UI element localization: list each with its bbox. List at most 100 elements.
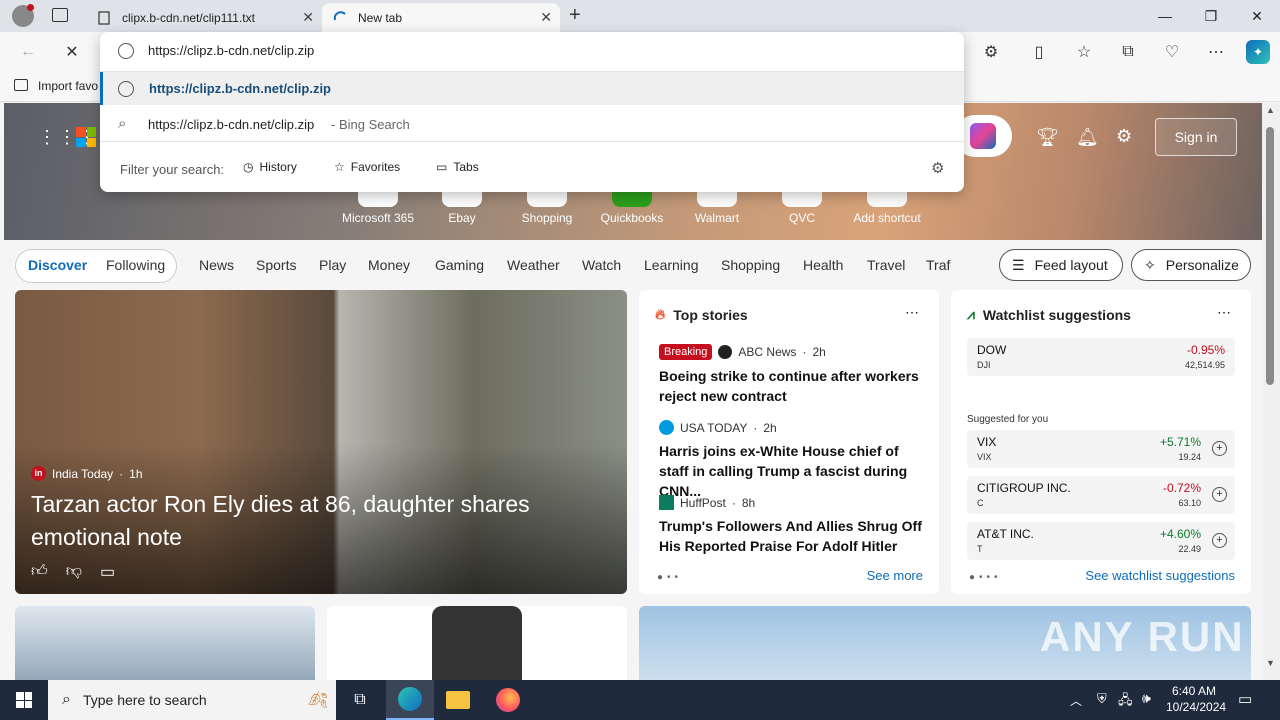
scroll-up-icon[interactable]: ▲ [1266, 105, 1275, 115]
category-gaming[interactable]: Gaming [435, 257, 484, 273]
category-news[interactable]: News [199, 257, 234, 273]
category-play[interactable]: Play [319, 257, 346, 273]
security-tray-icon[interactable]: ⛨ [1097, 691, 1107, 707]
category-travel[interactable]: Travel [867, 257, 905, 273]
story-item[interactable]: HuffPost · 8h Trump's Followers And Allies… [659, 495, 924, 556]
import-favorites-link[interactable]: Import favo [38, 79, 98, 93]
pagination-dots[interactable]: ●••• [969, 572, 1002, 583]
watchlist-row[interactable]: CITIGROUP INC. C -0.72% 63.10 + [967, 476, 1235, 514]
suggestion-row-selected[interactable]: https://clipz.b-cdn.net/clip.zip [100, 72, 964, 105]
see-more-link[interactable]: See more [867, 568, 923, 583]
extensions-icon[interactable]: ⚙ [979, 40, 1003, 64]
restore-button[interactable]: ❐ [1188, 0, 1234, 32]
tab-new-tab[interactable]: New tab ✕ [322, 3, 560, 32]
trophy-icon[interactable]: 🏆︎ [1036, 127, 1059, 148]
category-sports[interactable]: Sports [256, 257, 296, 273]
stock-ticker: T [977, 544, 983, 554]
comment-icon[interactable]: ▭ [100, 562, 115, 582]
news-card-building[interactable] [15, 606, 315, 680]
watchlist-row-dow[interactable]: DOW DJI -0.95% 42,514.95 [967, 338, 1235, 376]
minimize-button[interactable]: — [1142, 0, 1188, 32]
edge-taskbar-icon[interactable] [386, 680, 434, 720]
address-bar[interactable]: https://clipz.b-cdn.net/clip.zip [100, 32, 964, 72]
favorites-star-icon[interactable]: ☆ [1072, 40, 1096, 64]
firefox-icon[interactable] [484, 680, 532, 720]
tab-following[interactable]: Following [106, 257, 165, 273]
close-tab-icon[interactable]: ✕ [540, 9, 552, 26]
close-tab-icon[interactable]: ✕ [302, 9, 314, 26]
scrollbar-thumb[interactable] [1266, 127, 1274, 385]
sign-in-button[interactable]: Sign in [1155, 118, 1237, 156]
close-window-button[interactable]: ✕ [1234, 0, 1280, 32]
story-headline[interactable]: Boeing strike to continue after workers … [659, 366, 924, 406]
import-icon [14, 79, 28, 91]
file-explorer-icon[interactable] [434, 680, 482, 720]
more-options-icon[interactable]: ⋯ [1217, 304, 1231, 321]
dislike-icon[interactable]: 👎︎ [66, 562, 82, 582]
more-options-icon[interactable]: ⋯ [905, 304, 919, 321]
add-to-watchlist-icon[interactable]: + [1212, 533, 1227, 548]
category-shopping[interactable]: Shopping [721, 257, 780, 273]
see-watchlist-link[interactable]: See watchlist suggestions [1085, 568, 1235, 583]
category-learning[interactable]: Learning [644, 257, 699, 273]
taskbar-clock[interactable]: 6:40 AM 10/24/2024 [1166, 683, 1226, 715]
personalize-button[interactable]: ✧ Personalize [1131, 249, 1251, 281]
taskbar-search-box[interactable]: ⌕ Type here to search 🍂︎ [48, 680, 336, 720]
volume-icon[interactable]: 🕪︎ [1142, 690, 1151, 707]
trend-icon: ⩘ [967, 306, 975, 322]
category-weather[interactable]: Weather [507, 257, 560, 273]
notifications-icon[interactable]: ▭ [1238, 690, 1252, 708]
back-arrow-icon[interactable]: ← [16, 40, 40, 64]
filter-history[interactable]: ◷ History [243, 160, 297, 174]
story-headline[interactable]: Harris joins ex-White House chief of sta… [659, 441, 924, 501]
tabs-icon: ▭ [436, 160, 448, 174]
suggestion-row-search[interactable]: ⌕ https://clipz.b-cdn.net/clip.zip - Bin… [100, 108, 964, 142]
browser-essentials-icon[interactable]: ♡ [1160, 40, 1184, 64]
story-item[interactable]: Breaking ABC News · 2h Boeing strike to con… [659, 344, 924, 406]
category-health[interactable]: Health [803, 257, 843, 273]
story-item[interactable]: USA TODAY · 2h Harris joins ex-White House… [659, 420, 924, 501]
copilot-icon[interactable]: ✦ [1246, 40, 1270, 64]
add-to-watchlist-icon[interactable]: + [1212, 441, 1227, 456]
profile-avatar[interactable] [12, 4, 34, 27]
separator-dot: · [802, 345, 807, 359]
page-scrollbar[interactable]: ▲ ▼ [1262, 103, 1280, 680]
collections-icon[interactable]: ⧉ [1116, 40, 1140, 64]
notifications-bell-icon[interactable]: 🔔︎ [1076, 127, 1099, 148]
like-icon[interactable]: 👍︎ [31, 562, 48, 582]
news-card-watch[interactable] [327, 606, 627, 680]
hero-headline[interactable]: Tarzan actor Ron Ely dies at 86, daughte… [31, 488, 591, 554]
tab-discover[interactable]: Discover [28, 257, 87, 273]
stock-name: VIX [977, 435, 997, 449]
category-traffic[interactable]: Traf [926, 257, 950, 273]
stock-name: CITIGROUP INC. [977, 481, 1071, 495]
watchlist-row[interactable]: AT&T INC. T +4.60% 22.49 + [967, 522, 1235, 560]
scroll-down-icon[interactable]: ▼ [1266, 658, 1275, 668]
task-view-icon[interactable]: ⧉ [336, 680, 384, 720]
tab-actions-icon[interactable] [52, 8, 68, 22]
settings-gear-icon[interactable]: ⚙ [1116, 126, 1132, 147]
new-tab-button[interactable]: + [569, 4, 581, 27]
stock-change: +4.60% [1159, 527, 1201, 541]
shortcut-label: Microsoft 365 [341, 211, 415, 225]
search-settings-gear-icon[interactable]: ⚙ [931, 159, 944, 177]
add-to-watchlist-icon[interactable]: + [1212, 487, 1227, 502]
start-button[interactable] [0, 680, 48, 720]
stop-loading-icon[interactable]: ✕ [60, 40, 84, 64]
filter-tabs[interactable]: ▭ Tabs [436, 160, 479, 174]
category-money[interactable]: Money [368, 257, 410, 273]
address-input[interactable]: https://clipz.b-cdn.net/clip.zip [148, 43, 314, 58]
category-watch[interactable]: Watch [582, 257, 621, 273]
watchlist-row[interactable]: VIX VIX +5.71% 19.24 + [967, 430, 1235, 468]
hero-story-card[interactable]: in India Today · 1h Tarzan actor Ron Ely d… [15, 290, 627, 594]
pagination-dots[interactable]: ●•• [657, 572, 682, 583]
split-screen-icon[interactable]: ▯ [1027, 40, 1051, 64]
tray-chevron-icon[interactable]: ︿ [1070, 692, 1082, 709]
more-menu-icon[interactable]: ⋯ [1204, 40, 1228, 64]
story-headline[interactable]: Trump's Followers And Allies Shrug Off H… [659, 516, 924, 556]
breaking-badge: Breaking [659, 344, 713, 360]
filter-favorites[interactable]: ☆ Favorites [334, 160, 400, 174]
tab-clip111[interactable]: clipx.b-cdn.net/clip111.txt ✕ [86, 3, 322, 32]
network-icon[interactable]: 🖧︎ [1118, 691, 1133, 713]
feed-layout-button[interactable]: ☰ Feed layout [999, 249, 1123, 281]
